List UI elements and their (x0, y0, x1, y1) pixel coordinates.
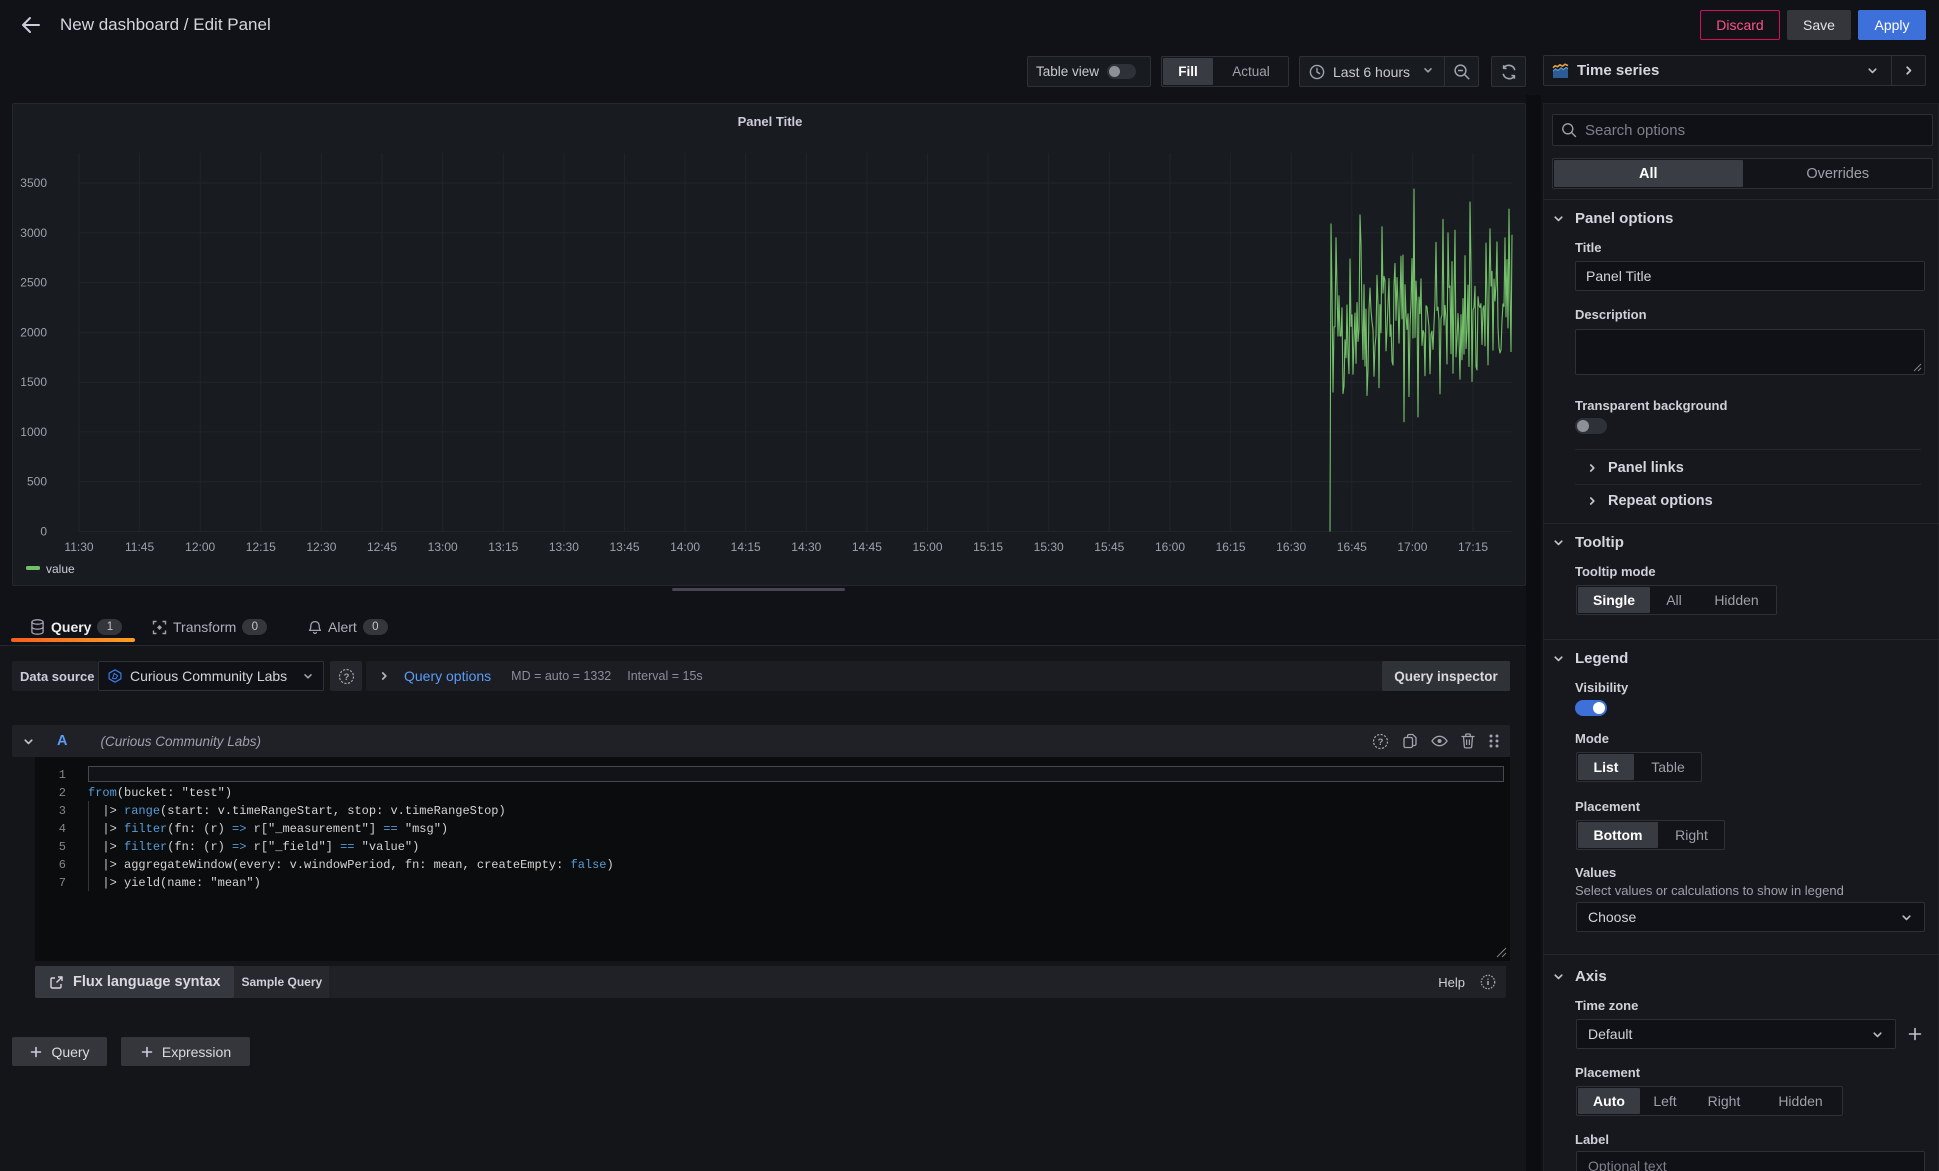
svg-text:1500: 1500 (20, 375, 47, 389)
svg-text:17:00: 17:00 (1397, 540, 1427, 554)
svg-text:16:30: 16:30 (1276, 540, 1306, 554)
svg-text:3500: 3500 (20, 176, 47, 190)
svg-text:3000: 3000 (20, 226, 47, 240)
svg-text:14:00: 14:00 (670, 540, 700, 554)
svg-text:15:00: 15:00 (912, 540, 942, 554)
svg-text:value: value (46, 562, 75, 576)
svg-text:2500: 2500 (20, 276, 47, 290)
svg-text:2000: 2000 (20, 325, 47, 339)
svg-text:16:00: 16:00 (1155, 540, 1185, 554)
svg-text:17:15: 17:15 (1458, 540, 1488, 554)
svg-text:500: 500 (27, 475, 47, 489)
svg-text:12:00: 12:00 (185, 540, 215, 554)
svg-text:1000: 1000 (20, 425, 47, 439)
svg-text:13:00: 13:00 (428, 540, 458, 554)
svg-text:14:30: 14:30 (791, 540, 821, 554)
svg-text:15:45: 15:45 (1094, 540, 1124, 554)
svg-text:?: ? (343, 671, 349, 682)
svg-text:15:30: 15:30 (1034, 540, 1064, 554)
svg-text:16:15: 16:15 (1216, 540, 1246, 554)
svg-text:13:45: 13:45 (609, 540, 639, 554)
svg-text:15:15: 15:15 (973, 540, 1003, 554)
svg-text:16:45: 16:45 (1337, 540, 1367, 554)
svg-text:14:15: 14:15 (731, 540, 761, 554)
svg-text:12:45: 12:45 (367, 540, 397, 554)
svg-text:12:15: 12:15 (246, 540, 276, 554)
svg-text:12:30: 12:30 (306, 540, 336, 554)
svg-text:13:30: 13:30 (549, 540, 579, 554)
svg-text:11:30: 11:30 (64, 540, 93, 554)
svg-text:0: 0 (40, 525, 47, 539)
svg-text:?: ? (1378, 736, 1384, 747)
svg-text:13:15: 13:15 (488, 540, 518, 554)
svg-text:14:45: 14:45 (852, 540, 882, 554)
svg-text:Panel Title: Panel Title (738, 114, 803, 129)
svg-text:11:45: 11:45 (125, 540, 154, 554)
